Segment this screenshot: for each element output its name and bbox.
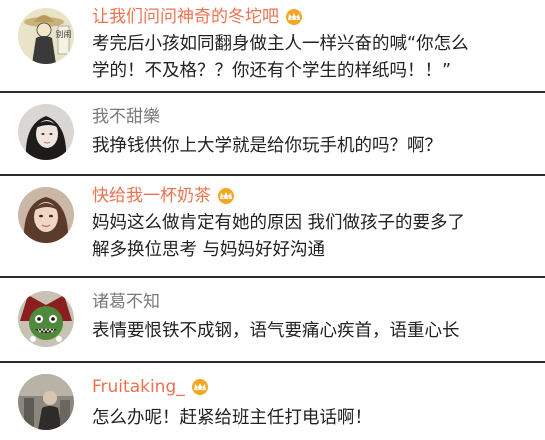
username[interactable]: Fruitaking_	[92, 376, 185, 398]
username-row: 让我们问问神奇的冬坨吧	[92, 6, 305, 28]
comment-item: Fruitaking_ 怎么办呢！赶紧给班主任打电话啊！	[0, 364, 545, 440]
vip-crown-icon	[189, 378, 211, 396]
comment-line: 妈妈这么做肯定有她的原因 我们做孩子的要多了	[92, 213, 466, 233]
user-avatar[interactable]	[18, 187, 74, 243]
girl-portrait-avatar-icon	[18, 187, 74, 243]
vip-crown-icon	[283, 8, 305, 26]
avatar-glyph-1: 别闹	[56, 29, 72, 39]
divider	[0, 91, 545, 93]
user-avatar[interactable]	[18, 104, 74, 160]
green-monster-avatar-icon	[18, 291, 74, 347]
comment-text: 妈妈这么做肯定有她的原因 我们做孩子的要多了 解多换位思考 与妈妈好好沟通	[92, 210, 532, 264]
girl-portrait-avatar-icon	[18, 104, 74, 160]
comment-item: 别闹 让我们问问神奇的冬坨吧 考完后小孩如同翻身做主人一样兴奋的喊“你怎么 学的…	[0, 0, 545, 90]
comment-item: 快给我一杯奶茶 妈妈这么做肯定有她的原因 我们做孩子的要多了 解多换位思考 与妈…	[0, 177, 545, 273]
comment-text: 考完后小孩如同翻身做主人一样兴奋的喊“你怎么 学的！不及格？？你还有个学生的样纸…	[92, 31, 532, 85]
person-photo-avatar-icon	[18, 374, 74, 430]
user-avatar[interactable]	[18, 291, 74, 347]
vip-crown-icon	[215, 187, 237, 205]
username[interactable]: 诸葛不知	[92, 291, 160, 313]
comment-line: 解多换位思考 与妈妈好好沟通	[92, 240, 326, 260]
divider	[0, 276, 545, 278]
comment-line: 表情要恨铁不成钢，语气要痛心疾首，语重心长	[92, 321, 460, 341]
comment-line: 我挣钱供你上大学就是给你玩手机的吗？啊？	[92, 136, 442, 156]
comment-item: 诸葛不知 表情要恨铁不成钢，语气要痛心疾首，语重心长	[0, 279, 545, 359]
user-avatar[interactable]: 别闹	[18, 8, 74, 64]
comment-item: 我不甜樂 我挣钱供你上大学就是给你玩手机的吗？啊？	[0, 94, 545, 172]
straw-hat-figure-avatar-icon: 别闹	[18, 8, 74, 64]
username-row: Fruitaking_	[92, 376, 211, 398]
username[interactable]: 让我们问问神奇的冬坨吧	[92, 6, 279, 28]
comment-line: 学的！不及格？？你还有个学生的样纸吗！！”	[92, 61, 452, 81]
user-avatar[interactable]	[18, 374, 74, 430]
comment-feed: 别闹 让我们问问神奇的冬坨吧 考完后小孩如同翻身做主人一样兴奋的喊“你怎么 学的…	[0, 0, 545, 440]
divider	[0, 174, 545, 176]
username-row: 快给我一杯奶茶	[92, 185, 237, 207]
comment-text: 表情要恨铁不成钢，语气要痛心疾首，语重心长	[92, 318, 532, 345]
comment-text: 怎么办呢！赶紧给班主任打电话啊！	[92, 405, 532, 432]
comment-line: 怎么办呢！赶紧给班主任打电话啊！	[92, 408, 372, 428]
username-row: 我不甜樂	[92, 106, 160, 128]
username-row: 诸葛不知	[92, 291, 160, 313]
username[interactable]: 我不甜樂	[92, 106, 160, 128]
comment-text: 我挣钱供你上大学就是给你玩手机的吗？啊？	[92, 133, 532, 160]
username[interactable]: 快给我一杯奶茶	[92, 185, 211, 207]
divider	[0, 361, 545, 363]
comment-line: 考完后小孩如同翻身做主人一样兴奋的喊“你怎么	[92, 34, 469, 54]
